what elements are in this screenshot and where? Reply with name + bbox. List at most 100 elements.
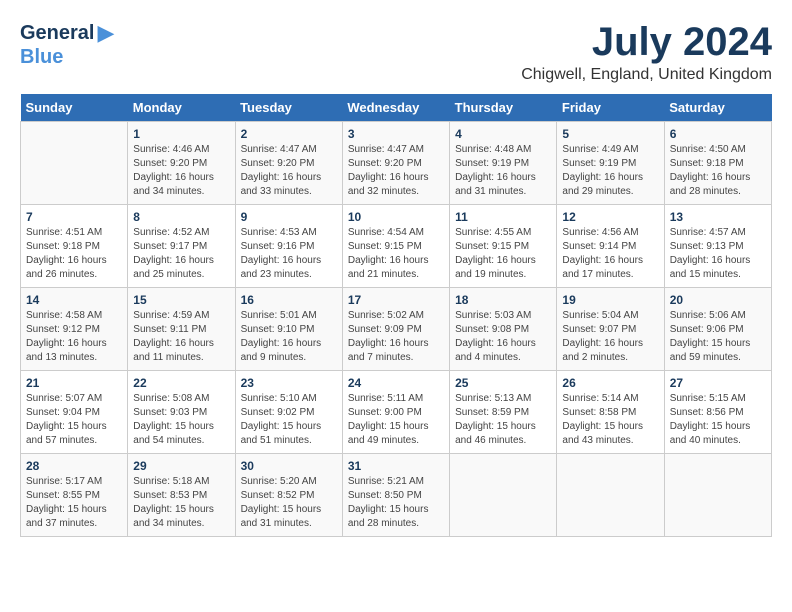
day-detail: Sunrise: 5:08 AM Sunset: 9:03 PM Dayligh… (133, 392, 229, 448)
day-number: 7 (26, 210, 122, 224)
day-detail: Sunrise: 4:57 AM Sunset: 9:13 PM Dayligh… (670, 226, 766, 282)
day-detail: Sunrise: 5:18 AM Sunset: 8:53 PM Dayligh… (133, 475, 229, 531)
day-number: 6 (670, 127, 766, 141)
day-number: 31 (348, 459, 444, 473)
day-number: 11 (455, 210, 551, 224)
calendar-cell: 20Sunrise: 5:06 AM Sunset: 9:06 PM Dayli… (664, 288, 771, 371)
calendar-week-row: 21 Sunrise: 5:07 AM Sunset: 9:04 PM Dayli… (21, 371, 772, 454)
day-detail: Sunrise: 5:17 AM Sunset: 8:55 PM Dayligh… (26, 475, 122, 531)
day-number: 20 (670, 293, 766, 307)
day-number: 26 (562, 376, 658, 390)
logo-blue-text: Blue (20, 46, 63, 69)
calendar-cell: 18 Sunrise: 5:03 AM Sunset: 9:08 PM Dayli… (450, 288, 557, 371)
day-number: 24 (348, 376, 444, 390)
day-of-week-header: Sunday (21, 94, 128, 122)
calendar-cell: 12 Sunrise: 4:56 AM Sunset: 9:14 PM Dayli… (557, 205, 664, 288)
day-detail: Sunrise: 5:03 AM Sunset: 9:08 PM Dayligh… (455, 309, 551, 365)
day-detail: Sunrise: 5:01 AM Sunset: 9:10 PM Dayligh… (241, 309, 337, 365)
calendar-cell: 26 Sunrise: 5:14 AM Sunset: 8:58 PM Dayli… (557, 371, 664, 454)
day-detail: Sunrise: 4:47 AM Sunset: 9:20 PM Dayligh… (348, 143, 444, 199)
day-number: 13 (670, 210, 766, 224)
calendar-cell: 3 Sunrise: 4:47 AM Sunset: 9:20 PM Daylig… (342, 122, 449, 205)
calendar-cell: 27Sunrise: 5:15 AM Sunset: 8:56 PM Dayli… (664, 371, 771, 454)
day-number: 16 (241, 293, 337, 307)
calendar-cell: 23Sunrise: 5:10 AM Sunset: 9:02 PM Dayli… (235, 371, 342, 454)
day-detail: Sunrise: 4:58 AM Sunset: 9:12 PM Dayligh… (26, 309, 122, 365)
day-number: 29 (133, 459, 229, 473)
calendar-cell: 15 Sunrise: 4:59 AM Sunset: 9:11 PM Dayli… (128, 288, 235, 371)
day-number: 15 (133, 293, 229, 307)
calendar-header-row: SundayMondayTuesdayWednesdayThursdayFrid… (21, 94, 772, 122)
day-number: 21 (26, 376, 122, 390)
calendar-cell: 30 Sunrise: 5:20 AM Sunset: 8:52 PM Dayli… (235, 454, 342, 537)
day-number: 12 (562, 210, 658, 224)
calendar-week-row: 14 Sunrise: 4:58 AM Sunset: 9:12 PM Dayli… (21, 288, 772, 371)
day-number: 8 (133, 210, 229, 224)
day-detail: Sunrise: 5:13 AM Sunset: 8:59 PM Dayligh… (455, 392, 551, 448)
calendar-cell: 11Sunrise: 4:55 AM Sunset: 9:15 PM Dayli… (450, 205, 557, 288)
calendar-cell: 29 Sunrise: 5:18 AM Sunset: 8:53 PM Dayli… (128, 454, 235, 537)
calendar-cell: 2 Sunrise: 4:47 AM Sunset: 9:20 PM Daylig… (235, 122, 342, 205)
location-subtitle: Chigwell, England, United Kingdom (521, 66, 772, 84)
calendar-cell: 10Sunrise: 4:54 AM Sunset: 9:15 PM Dayli… (342, 205, 449, 288)
day-number: 23 (241, 376, 337, 390)
day-detail: Sunrise: 4:50 AM Sunset: 9:18 PM Dayligh… (670, 143, 766, 199)
day-detail: Sunrise: 5:02 AM Sunset: 9:09 PM Dayligh… (348, 309, 444, 365)
day-number: 2 (241, 127, 337, 141)
calendar-cell: 14 Sunrise: 4:58 AM Sunset: 9:12 PM Dayli… (21, 288, 128, 371)
day-detail: Sunrise: 4:52 AM Sunset: 9:17 PM Dayligh… (133, 226, 229, 282)
calendar-cell: 28 Sunrise: 5:17 AM Sunset: 8:55 PM Dayli… (21, 454, 128, 537)
calendar-cell: 16 Sunrise: 5:01 AM Sunset: 9:10 PM Dayli… (235, 288, 342, 371)
day-number: 4 (455, 127, 551, 141)
day-number: 1 (133, 127, 229, 141)
day-of-week-header: Friday (557, 94, 664, 122)
day-of-week-header: Monday (128, 94, 235, 122)
calendar-cell: 6 Sunrise: 4:50 AM Sunset: 9:18 PM Daylig… (664, 122, 771, 205)
logo: General ▶ Blue (20, 20, 114, 69)
day-number: 30 (241, 459, 337, 473)
day-detail: Sunrise: 4:56 AM Sunset: 9:14 PM Dayligh… (562, 226, 658, 282)
day-detail: Sunrise: 5:11 AM Sunset: 9:00 PM Dayligh… (348, 392, 444, 448)
day-number: 14 (26, 293, 122, 307)
day-detail: Sunrise: 5:14 AM Sunset: 8:58 PM Dayligh… (562, 392, 658, 448)
day-number: 17 (348, 293, 444, 307)
day-of-week-header: Thursday (450, 94, 557, 122)
day-of-week-header: Saturday (664, 94, 771, 122)
day-number: 9 (241, 210, 337, 224)
day-number: 3 (348, 127, 444, 141)
calendar-cell: 13 Sunrise: 4:57 AM Sunset: 9:13 PM Dayli… (664, 205, 771, 288)
calendar-cell: 1 Sunrise: 4:46 AM Sunset: 9:20 PM Daylig… (128, 122, 235, 205)
calendar-cell: 22Sunrise: 5:08 AM Sunset: 9:03 PM Dayli… (128, 371, 235, 454)
calendar-cell: 31 Sunrise: 5:21 AM Sunset: 8:50 PM Dayli… (342, 454, 449, 537)
calendar-cell (450, 454, 557, 537)
day-number: 27 (670, 376, 766, 390)
calendar-cell: 7Sunrise: 4:51 AM Sunset: 9:18 PM Daylig… (21, 205, 128, 288)
day-detail: Sunrise: 4:53 AM Sunset: 9:16 PM Dayligh… (241, 226, 337, 282)
day-detail: Sunrise: 4:49 AM Sunset: 9:19 PM Dayligh… (562, 143, 658, 199)
day-number: 28 (26, 459, 122, 473)
day-number: 25 (455, 376, 551, 390)
day-detail: Sunrise: 5:04 AM Sunset: 9:07 PM Dayligh… (562, 309, 658, 365)
calendar-week-row: 7Sunrise: 4:51 AM Sunset: 9:18 PM Daylig… (21, 205, 772, 288)
calendar-cell: 25 Sunrise: 5:13 AM Sunset: 8:59 PM Dayli… (450, 371, 557, 454)
day-detail: Sunrise: 5:20 AM Sunset: 8:52 PM Dayligh… (241, 475, 337, 531)
day-detail: Sunrise: 4:47 AM Sunset: 9:20 PM Dayligh… (241, 143, 337, 199)
logo-bird-icon: ▶ (97, 20, 114, 46)
day-detail: Sunrise: 4:59 AM Sunset: 9:11 PM Dayligh… (133, 309, 229, 365)
calendar-cell: 8 Sunrise: 4:52 AM Sunset: 9:17 PM Daylig… (128, 205, 235, 288)
calendar-cell (557, 454, 664, 537)
day-number: 18 (455, 293, 551, 307)
day-detail: Sunrise: 4:46 AM Sunset: 9:20 PM Dayligh… (133, 143, 229, 199)
calendar-cell (664, 454, 771, 537)
calendar-week-row: 28 Sunrise: 5:17 AM Sunset: 8:55 PM Dayli… (21, 454, 772, 537)
day-number: 19 (562, 293, 658, 307)
day-of-week-header: Tuesday (235, 94, 342, 122)
day-detail: Sunrise: 4:54 AM Sunset: 9:15 PM Dayligh… (348, 226, 444, 282)
day-detail: Sunrise: 5:21 AM Sunset: 8:50 PM Dayligh… (348, 475, 444, 531)
day-detail: Sunrise: 5:07 AM Sunset: 9:04 PM Dayligh… (26, 392, 122, 448)
title-section: July 2024 Chigwell, England, United King… (521, 20, 772, 84)
calendar-cell (21, 122, 128, 205)
calendar-cell: 24 Sunrise: 5:11 AM Sunset: 9:00 PM Dayli… (342, 371, 449, 454)
day-detail: Sunrise: 4:48 AM Sunset: 9:19 PM Dayligh… (455, 143, 551, 199)
calendar-cell: 17 Sunrise: 5:02 AM Sunset: 9:09 PM Dayli… (342, 288, 449, 371)
